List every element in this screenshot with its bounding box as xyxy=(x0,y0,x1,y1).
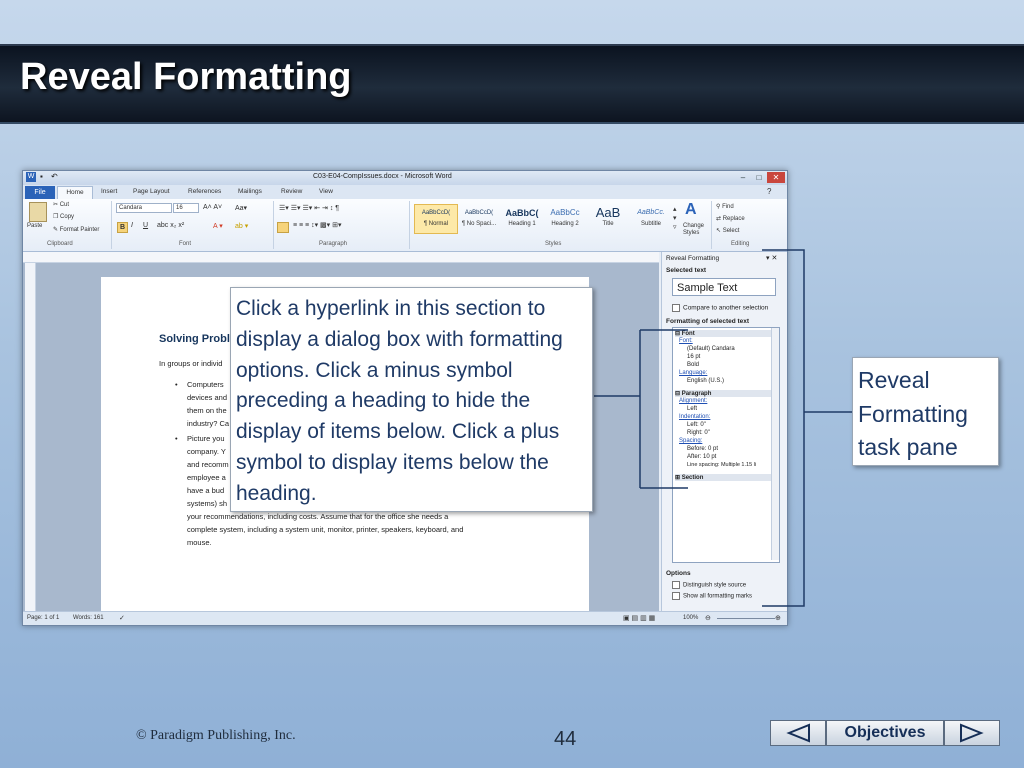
callout-hyperlinks: Click a hyperlink in this section to dis… xyxy=(230,287,593,512)
arrow-left-icon xyxy=(786,723,810,743)
arrow-right-icon xyxy=(960,723,984,743)
footer-copyright: © Paradigm Publishing, Inc. xyxy=(136,728,296,743)
next-button[interactable] xyxy=(944,720,1000,746)
objectives-button[interactable]: Objectives xyxy=(826,720,944,746)
page-number: 44 xyxy=(554,728,577,750)
callout-task-pane: Reveal Formatting task pane xyxy=(852,357,999,466)
prev-button[interactable] xyxy=(770,720,826,746)
